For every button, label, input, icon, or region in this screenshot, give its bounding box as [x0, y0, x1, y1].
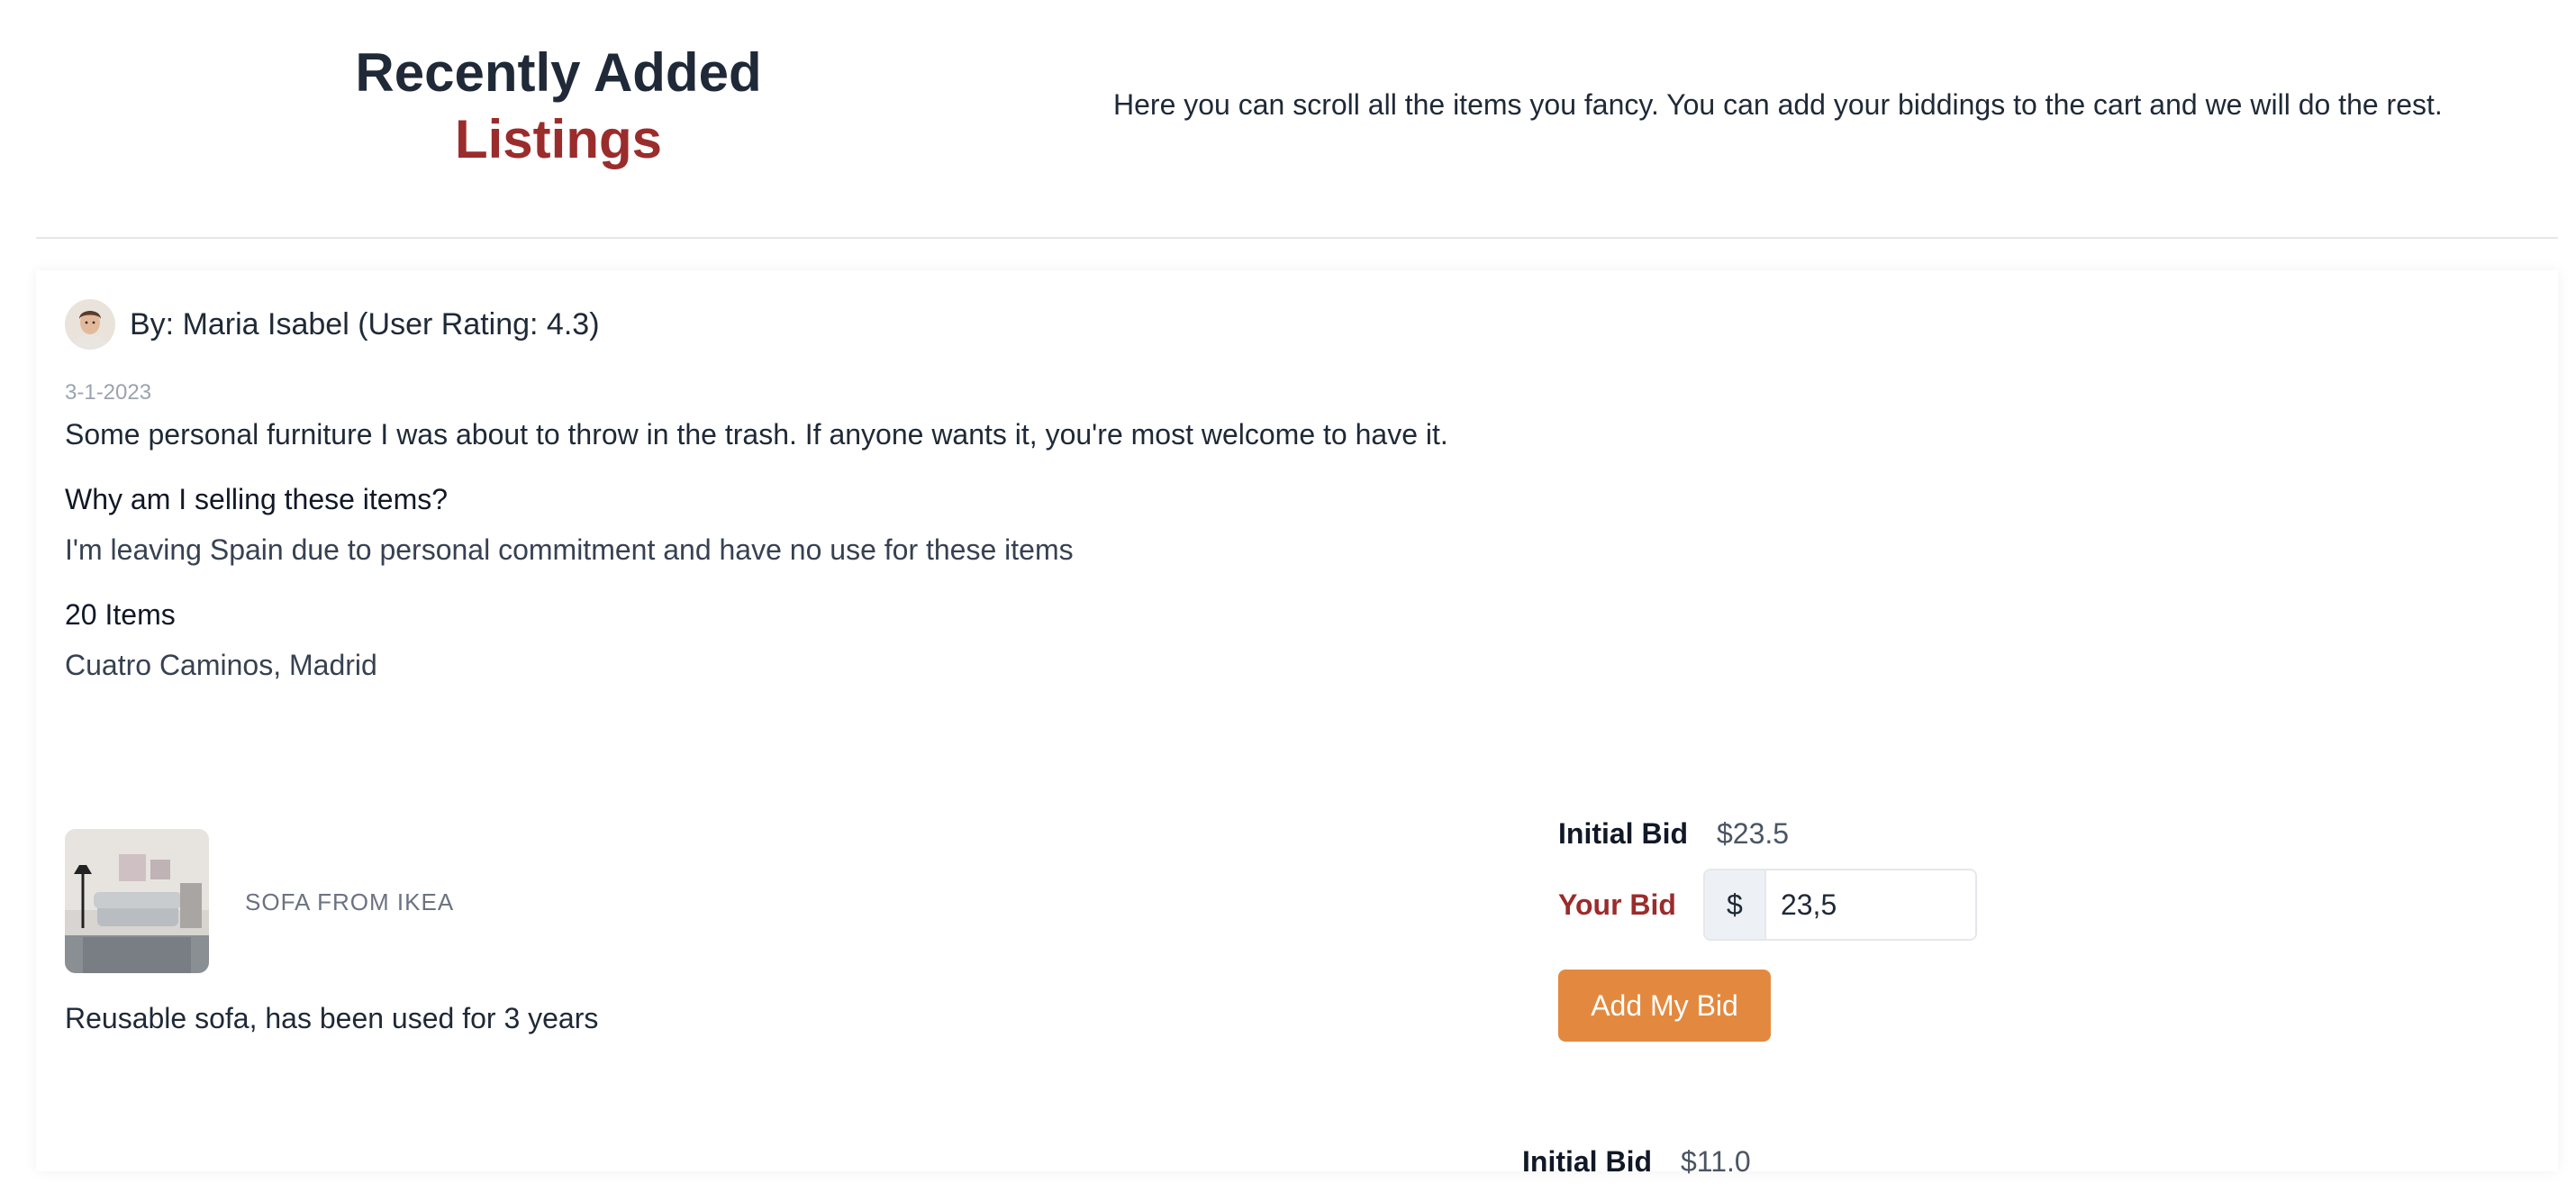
- product-name: SOFA FROM IKEA: [245, 888, 455, 915]
- currency-prefix: $: [1704, 870, 1766, 939]
- author-row: By: Maria Isabel (User Rating: 4.3): [65, 297, 600, 351]
- page-header: Recently Added Listings Here you can scr…: [0, 0, 2576, 238]
- title-line-recently-added: Recently Added: [355, 42, 762, 103]
- product-description: Reusable sofa, has been used for 3 years: [65, 1002, 599, 1034]
- why-selling-heading: Why am I selling these items?: [65, 483, 449, 515]
- initial-bid-row: Initial Bid $23.5: [1558, 811, 1977, 856]
- your-bid-label: Your Bid: [1558, 888, 1676, 921]
- initial-bid-label: Initial Bid: [1522, 1144, 1652, 1178]
- initial-bid-value: $11.0: [1681, 1144, 1751, 1178]
- items-count: 20 Items: [65, 598, 176, 631]
- product-image[interactable]: [65, 829, 209, 973]
- initial-bid-value: $23.5: [1717, 816, 1790, 850]
- header-description: Here you can scroll all the items you fa…: [1113, 88, 2443, 121]
- listing-description: Some personal furniture I was about to t…: [65, 418, 1448, 451]
- page-title: Recently Added Listings: [270, 40, 847, 173]
- listing-date: 3-1-2023: [65, 380, 152, 405]
- your-bid-row: Your Bid $: [1558, 869, 1977, 941]
- listing-location: Cuatro Caminos, Madrid: [65, 649, 377, 681]
- add-my-bid-button[interactable]: Add My Bid: [1558, 970, 1771, 1042]
- title-line-listings: Listings: [454, 109, 662, 169]
- avatar: [65, 299, 115, 350]
- bid-input-group: $: [1702, 869, 1977, 941]
- initial-bid-label: Initial Bid: [1558, 816, 1688, 850]
- bid-panel: Initial Bid $23.5 Your Bid $ Add My Bid: [1558, 811, 1977, 1042]
- author-name: By: Maria Isabel (User Rating: 4.3): [130, 306, 600, 342]
- listing-card: By: Maria Isabel (User Rating: 4.3) 3-1-…: [36, 270, 2558, 1171]
- your-bid-input[interactable]: [1765, 870, 1975, 939]
- header-divider: [36, 237, 2558, 239]
- next-item-initial-bid-row: Initial Bid $11.0: [1522, 1139, 1751, 1184]
- why-selling-answer: I'm leaving Spain due to personal commit…: [65, 533, 1074, 566]
